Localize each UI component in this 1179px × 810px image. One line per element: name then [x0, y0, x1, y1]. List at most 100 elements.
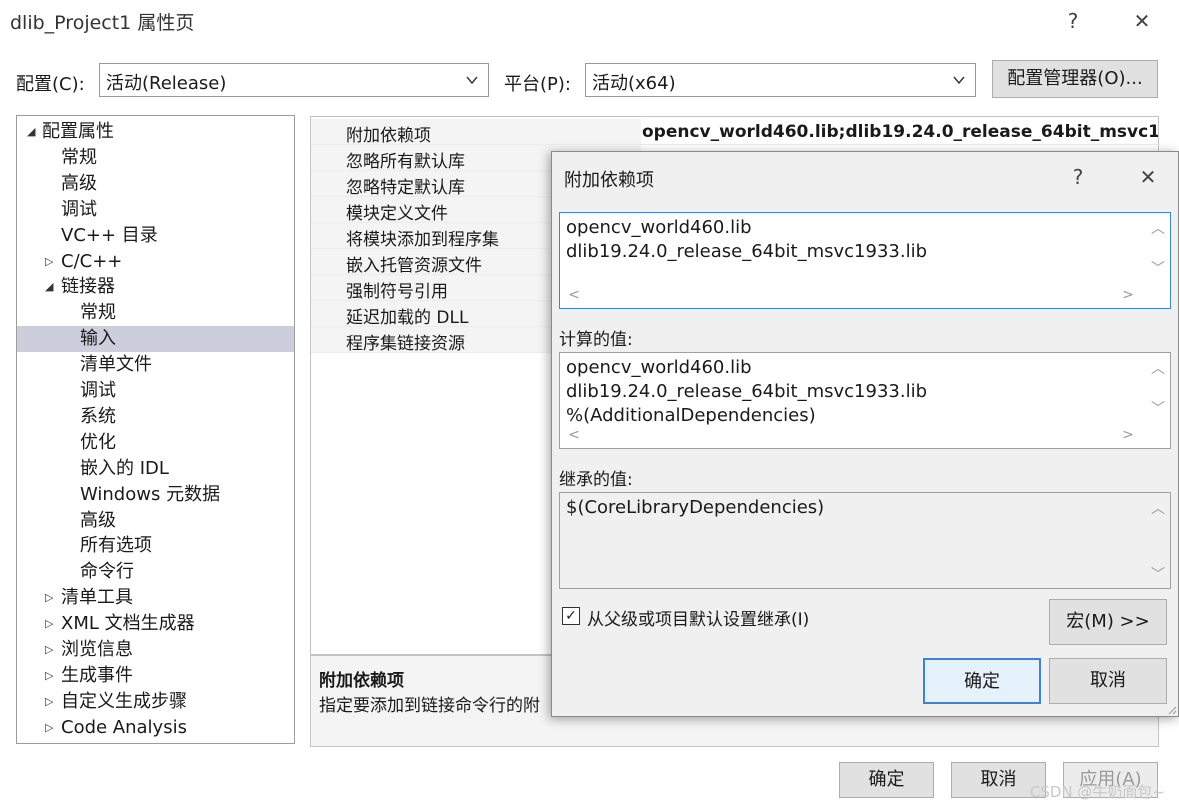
tree-item[interactable]: 嵌入的 IDL — [17, 456, 294, 482]
property-value[interactable]: opencv_world460.lib;dlib19.24.0_release_… — [642, 122, 1158, 142]
tree-item[interactable]: 优化 — [17, 430, 294, 456]
macro-button[interactable]: 宏(M) >> — [1049, 599, 1167, 645]
property-name: 附加依赖项 — [346, 126, 431, 146]
resize-grip-icon[interactable] — [1167, 705, 1177, 715]
inherit-checkbox-label[interactable]: 从父级或项目默认设置继承(I) — [587, 605, 809, 630]
dependencies-editbox[interactable]: opencv_world460.lib dlib19.24.0_release_6… — [559, 212, 1171, 309]
window-title: dlib_Project1 属性页 — [10, 12, 195, 34]
scroll-left-icon[interactable]: < — [566, 287, 582, 303]
tree-item[interactable]: ▷ XML 文档生成器 — [17, 611, 294, 637]
description-title: 附加依赖项 — [319, 671, 404, 691]
text-line: $(CoreLibraryDependencies) — [566, 497, 825, 518]
tree-item[interactable]: ▷ 生成事件 — [17, 663, 294, 689]
inherited-values-label: 继承的值: — [559, 470, 633, 490]
scroll-down-icon[interactable]: ﹀ — [1150, 401, 1166, 417]
expand-arrow-icon[interactable]: ▷ — [45, 249, 57, 275]
tree-item-label: 生成事件 — [61, 664, 133, 686]
tree-item[interactable]: 调试 — [17, 197, 294, 223]
tree-item[interactable]: 高级 — [17, 508, 294, 534]
property-row[interactable]: 附加依赖项 opencv_world460.lib;dlib19.24.0_rel… — [311, 119, 1158, 146]
inherit-checkbox[interactable]: ✓ — [562, 607, 580, 625]
dialog-ok-button[interactable]: 确定 — [923, 658, 1041, 704]
description-text: 指定要添加到链接命令行的附 — [319, 696, 540, 716]
tree-item-label: 浏览信息 — [61, 639, 133, 660]
expand-arrow-icon[interactable]: ▷ — [45, 663, 57, 689]
tree-item-label: 高级 — [80, 509, 116, 531]
scroll-right-icon[interactable]: > — [1120, 427, 1136, 443]
expand-arrow-icon[interactable]: ▷ — [45, 637, 57, 663]
ok-button[interactable]: 确定 — [839, 762, 934, 798]
tree-item-label: 系统 — [80, 405, 116, 427]
dialog-help-icon[interactable]: ? — [1063, 162, 1093, 192]
dialog-title: 附加依赖项 — [564, 170, 654, 191]
dialog-close-icon[interactable]: ✕ — [1133, 162, 1163, 192]
scroll-up-icon[interactable]: ︿ — [1150, 221, 1166, 237]
help-icon[interactable]: ? — [1058, 6, 1088, 36]
tree-item-label: 常规 — [80, 302, 116, 324]
tree-item-label: Windows 元数据 — [80, 483, 221, 505]
tree-item[interactable]: ◢ 链接器 — [17, 274, 294, 300]
dialog-cancel-button[interactable]: 取消 — [1049, 658, 1167, 704]
scroll-down-icon[interactable]: ﹀ — [1150, 567, 1166, 583]
tree-item[interactable]: 常规 — [17, 300, 294, 326]
tree-item-label: 自定义生成步骤 — [61, 690, 187, 712]
property-name: 忽略特定默认库 — [346, 178, 465, 198]
tree-item[interactable]: 所有选项 — [17, 533, 294, 559]
tree-item-label: 调试 — [80, 380, 116, 401]
tree-item[interactable]: 命令行 — [17, 559, 294, 585]
chevron-down-icon — [466, 76, 478, 85]
tree-item[interactable]: 调试 — [17, 378, 294, 404]
tree-item-label: 清单文件 — [80, 354, 152, 376]
text-line: opencv_world460.lib — [566, 217, 752, 238]
config-select[interactable]: 活动(Release) — [99, 63, 489, 97]
expand-arrow-icon[interactable]: ▷ — [45, 689, 57, 715]
property-name: 延迟加载的 DLL — [346, 308, 469, 328]
property-name: 模块定义文件 — [346, 204, 448, 224]
tree-item-label: 链接器 — [61, 276, 115, 298]
tree-item[interactable]: ◢ 配置属性 — [17, 119, 294, 145]
text-line: dlib19.24.0_release_64bit_msvc1933.lib — [566, 241, 928, 262]
property-name: 将模块添加到程序集 — [346, 230, 499, 250]
expand-arrow-icon[interactable]: ▷ — [45, 585, 57, 611]
scroll-down-icon[interactable]: ﹀ — [1150, 261, 1166, 277]
tree-item[interactable]: 清单文件 — [17, 352, 294, 378]
property-name: 程序集链接资源 — [346, 334, 465, 354]
scroll-up-icon[interactable]: ︿ — [1150, 501, 1166, 517]
property-name: 嵌入托管资源文件 — [346, 256, 482, 276]
collapse-arrow-icon[interactable]: ◢ — [27, 119, 39, 145]
expand-arrow-icon[interactable]: ▷ — [45, 715, 57, 741]
tree-item-label: 调试 — [61, 198, 97, 220]
tree-item[interactable]: ▷ 浏览信息 — [17, 637, 294, 663]
close-icon[interactable]: ✕ — [1127, 6, 1157, 36]
tree-item[interactable]: ▷ 自定义生成步骤 — [17, 689, 294, 715]
collapse-arrow-icon[interactable]: ◢ — [45, 274, 57, 300]
property-tree[interactable]: ◢ 配置属性 常规 高级 调试 VC++ 目录 ▷ C/C++ ◢ 链接器 常规 输入 清单文件 调试 系统… — [16, 115, 295, 744]
tree-item[interactable]: Windows 元数据 — [17, 482, 294, 508]
platform-select[interactable]: 活动(x64) — [585, 63, 976, 97]
additional-dependencies-dialog: 附加依赖项 ? ✕ opencv_world460.lib dlib19.24.0… — [551, 151, 1179, 717]
tree-item-label: 常规 — [61, 146, 97, 168]
checkmark-icon: ✓ — [565, 608, 577, 624]
scroll-up-icon[interactable]: ︿ — [1150, 361, 1166, 377]
tree-item[interactable]: 常规 — [17, 145, 294, 171]
tree-item-label: 高级 — [61, 172, 97, 194]
expand-arrow-icon[interactable]: ▷ — [45, 611, 57, 637]
tree-item[interactable]: ▷ 清单工具 — [17, 585, 294, 611]
config-select-value: 活动(Release) — [106, 73, 227, 94]
tree-item[interactable]: 输入 — [17, 326, 294, 353]
tree-item-label: Code Analysis — [61, 716, 187, 738]
scroll-left-icon[interactable]: < — [566, 427, 582, 443]
property-name: 忽略所有默认库 — [346, 152, 465, 172]
scroll-right-icon[interactable]: > — [1120, 287, 1136, 303]
config-manager-button[interactable]: 配置管理器(O)... — [992, 60, 1158, 98]
tree-item-label: 所有选项 — [80, 535, 152, 557]
tree-item[interactable]: ▷ C/C++ — [17, 249, 294, 275]
tree-item[interactable]: 高级 — [17, 171, 294, 197]
tree-item[interactable]: 系统 — [17, 404, 294, 430]
inherited-values-box: $(CoreLibraryDependencies) ︿ ﹀ — [559, 492, 1171, 589]
tree-item-label: 输入 — [80, 328, 116, 350]
tree-item[interactable]: ▷ Code Analysis — [17, 715, 294, 741]
tree-item[interactable]: VC++ 目录 — [17, 223, 294, 249]
property-name: 强制符号引用 — [346, 282, 448, 302]
tree-item-label: 命令行 — [80, 561, 134, 583]
